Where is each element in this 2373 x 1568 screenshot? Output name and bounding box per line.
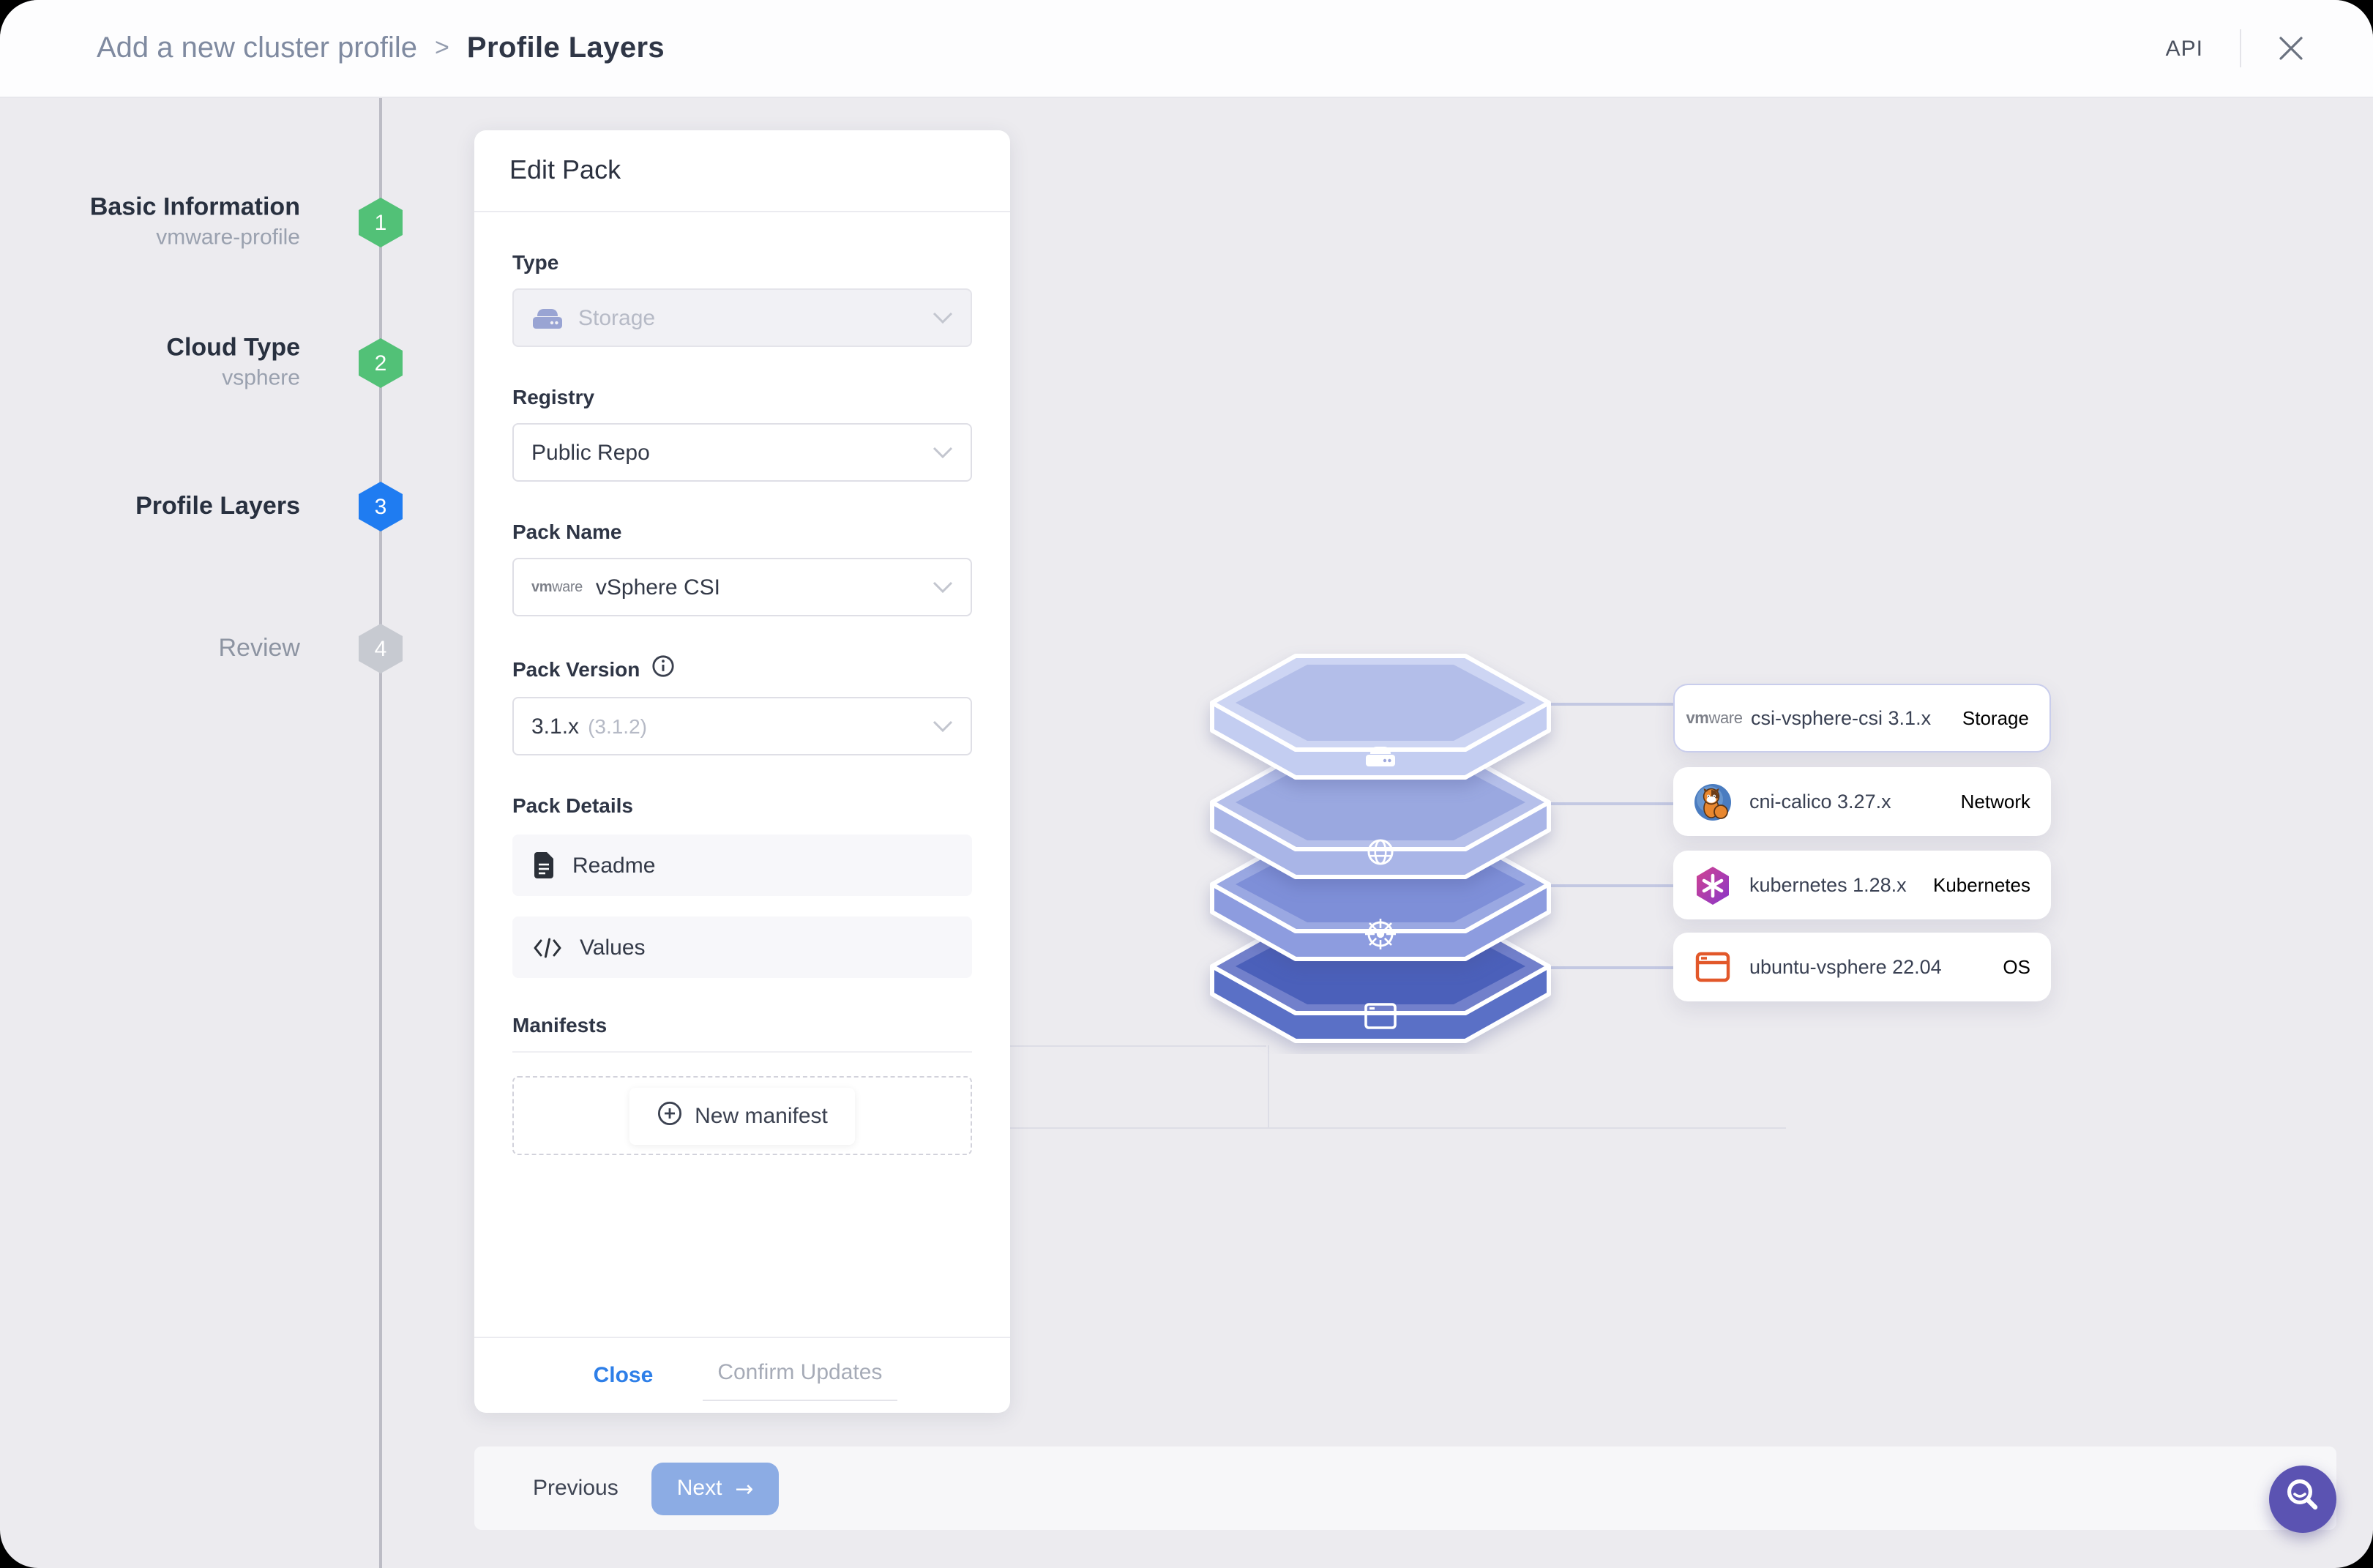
edit-pack-panel: Edit Pack Type Storage Registry Public R…: [474, 130, 1010, 1413]
edit-pack-footer: Close Confirm Updates: [474, 1337, 1010, 1413]
sidebar-step-cloud-type[interactable]: Cloud Type vsphere: [0, 332, 300, 395]
manifests-divider: [512, 1051, 972, 1053]
wizard-window: Add a new cluster profile > Profile Laye…: [0, 0, 2373, 1568]
values-label: Values: [580, 935, 646, 960]
layer-name: kubernetes 1.28.x: [1749, 874, 1907, 896]
breadcrumb-separator: >: [435, 34, 449, 61]
header-actions: API: [2166, 29, 2304, 67]
step-badge-2[interactable]: 2: [359, 338, 403, 388]
app-stage: Add a new cluster profile > Profile Laye…: [0, 0, 2373, 1568]
ubuntu-window-icon: [1692, 951, 1733, 983]
page-title: Profile Layers: [466, 31, 665, 64]
step-badge-3[interactable]: 3: [359, 482, 403, 531]
layer-category: Storage: [1962, 707, 2029, 729]
next-button[interactable]: Next →: [651, 1462, 779, 1515]
code-icon: [533, 936, 562, 958]
layer-stack-illustration: [1210, 654, 1551, 1043]
layer-name: cni-calico 3.27.x: [1749, 791, 1891, 813]
header-divider: [2240, 29, 2241, 67]
kubernetes-logo: [1692, 865, 1733, 906]
step-title: Basic Information: [89, 193, 300, 221]
layer-name: ubuntu-vsphere 22.04: [1749, 956, 1942, 978]
plus-circle-icon: [657, 1100, 681, 1131]
calico-logo: [1692, 781, 1733, 822]
arrow-right-icon: →: [735, 1475, 754, 1501]
search-fab[interactable]: [2269, 1466, 2336, 1533]
vmware-wordmark: vmware: [1686, 709, 1743, 727]
background-line: [1268, 1045, 1269, 1127]
wizard-header: Add a new cluster profile > Profile Laye…: [0, 0, 2373, 98]
readme-row[interactable]: Readme: [512, 835, 972, 896]
sidebar-step-basic-information[interactable]: Basic Information vmware-profile: [0, 192, 300, 254]
registry-select[interactable]: Public Repo: [512, 423, 972, 482]
type-value: Storage: [578, 305, 656, 330]
wizard-footer: Previous Next →: [474, 1446, 2336, 1530]
sidebar-step-review[interactable]: Review: [0, 632, 301, 665]
breadcrumb: Add a new cluster profile > Profile Laye…: [97, 31, 665, 65]
chevron-down-icon: [933, 720, 953, 732]
step-badge-4[interactable]: 4: [359, 624, 403, 673]
pack-version-value: 3.1.x: [531, 714, 580, 739]
layer-category: Kubernetes: [1933, 874, 2030, 896]
kubernetes-wheel-icon: [1365, 919, 1396, 949]
step-title: Review: [218, 633, 301, 662]
confirm-updates-button[interactable]: Confirm Updates: [703, 1351, 897, 1400]
manifests-label: Manifests: [512, 1013, 608, 1037]
layer-card-storage[interactable]: vmware csi-vsphere-csi 3.1.x Storage: [1673, 684, 2051, 753]
type-select[interactable]: Storage: [512, 288, 972, 347]
info-icon[interactable]: [651, 654, 675, 682]
pack-details-label: Pack Details: [512, 794, 633, 817]
chevron-down-icon: [933, 312, 953, 324]
api-button[interactable]: API: [2166, 36, 2203, 61]
breadcrumb-parent[interactable]: Add a new cluster profile: [97, 31, 417, 65]
chevron-down-icon: [933, 581, 953, 593]
pack-name-select[interactable]: vmware vSphere CSI: [512, 558, 972, 616]
layer-category: OS: [2003, 956, 2030, 978]
search-icon: [2281, 1474, 2325, 1525]
close-button[interactable]: Close: [588, 1354, 659, 1397]
edit-pack-title: Edit Pack: [474, 130, 1010, 212]
chevron-down-icon: [933, 447, 953, 458]
pack-version-label: Pack Version: [512, 657, 640, 680]
registry-label: Registry: [512, 385, 595, 408]
previous-button[interactable]: Previous: [515, 1464, 636, 1512]
step-subtitle: vmware-profile: [156, 225, 300, 250]
stepper-line: [379, 98, 382, 1568]
new-manifest-label: New manifest: [695, 1103, 828, 1128]
document-icon: [533, 852, 555, 878]
layer-category: Network: [1960, 791, 2030, 813]
new-manifest-button[interactable]: New manifest: [629, 1087, 856, 1144]
manifests-dropzone: New manifest: [512, 1076, 972, 1155]
pack-name-value: vSphere CSI: [595, 575, 720, 600]
readme-label: Readme: [572, 853, 656, 878]
close-icon[interactable]: [2278, 35, 2304, 61]
pack-version-select[interactable]: 3.1.x (3.1.2): [512, 697, 972, 755]
edit-pack-form: Type Storage Registry Public Repo Pack N…: [474, 212, 1010, 1337]
step-subtitle: vsphere: [222, 365, 300, 391]
sidebar-step-profile-layers[interactable]: Profile Layers: [0, 490, 300, 523]
step-title: Profile Layers: [135, 491, 300, 520]
vmware-wordmark: vmware: [531, 579, 583, 595]
step-badge-1[interactable]: 1: [359, 198, 403, 247]
storage-layer-slab: [1210, 654, 1551, 780]
type-label: Type: [512, 250, 559, 274]
pack-version-hint: (3.1.2): [588, 714, 647, 738]
layer-name: csi-vsphere-csi 3.1.x: [1751, 707, 1932, 729]
next-button-label: Next: [676, 1476, 722, 1501]
layer-card-os[interactable]: ubuntu-vsphere 22.04 OS: [1673, 933, 2051, 1001]
background-line: [966, 1127, 1786, 1129]
registry-value: Public Repo: [531, 440, 650, 465]
layer-card-network[interactable]: cni-calico 3.27.x Network: [1673, 767, 2051, 836]
values-row[interactable]: Values: [512, 916, 972, 978]
layer-card-kubernetes[interactable]: kubernetes 1.28.x Kubernetes: [1673, 851, 2051, 919]
pack-name-label: Pack Name: [512, 520, 622, 543]
storage-drive-icon: [531, 305, 564, 330]
step-title: Cloud Type: [166, 333, 300, 362]
